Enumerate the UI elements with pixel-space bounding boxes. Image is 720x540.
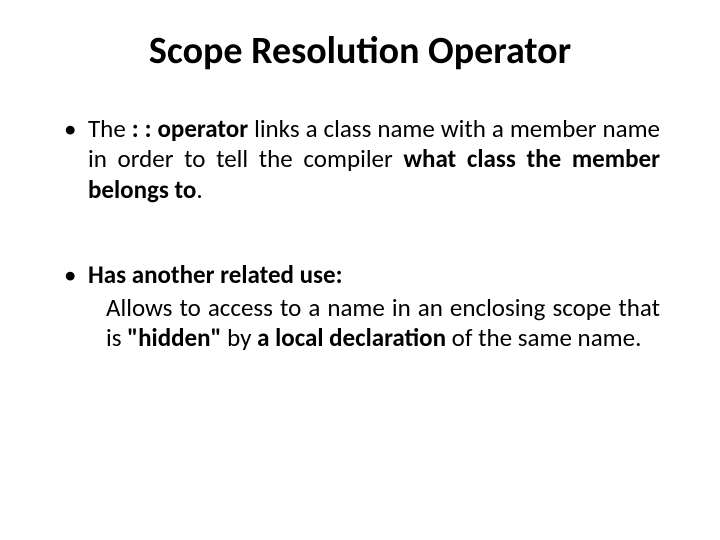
sub-text: Allows to access to a name in an enclosi… bbox=[88, 293, 660, 354]
text-bold: a local declaration bbox=[257, 322, 446, 353]
text: The bbox=[88, 113, 132, 144]
slide: Scope Resolution Operator The : : operat… bbox=[0, 0, 720, 540]
text: by bbox=[221, 322, 257, 353]
text: . bbox=[196, 174, 202, 205]
slide-title: Scope Resolution Operator bbox=[60, 30, 660, 74]
text-bold: Has another related use: bbox=[88, 259, 342, 290]
bullet-item-2: Has another related use: Allows to acces… bbox=[60, 260, 660, 354]
text-bold: "hidden" bbox=[127, 322, 221, 353]
bullet-item-1: The : : operator links a class name with… bbox=[60, 114, 660, 206]
text: of the same name. bbox=[446, 322, 641, 353]
text-bold: : : operator bbox=[132, 113, 248, 144]
bullet-list: The : : operator links a class name with… bbox=[60, 114, 660, 354]
